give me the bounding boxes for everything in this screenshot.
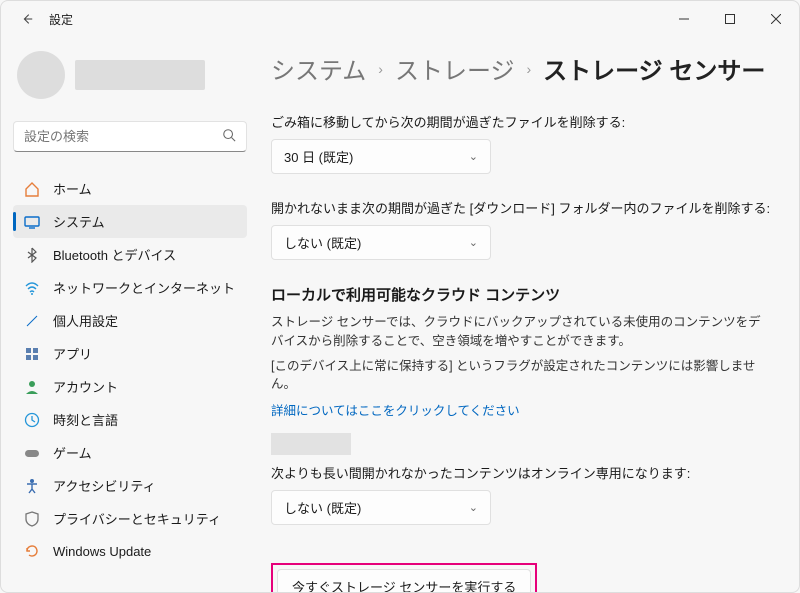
nav-accessibility[interactable]: アクセシビリティ xyxy=(13,469,247,502)
nav-gaming[interactable]: ゲーム xyxy=(13,436,247,469)
online-only-label: 次よりも長い間開かれなかったコンテンツはオンライン専用になります: xyxy=(271,463,771,482)
sidebar: ホーム システム Bluetooth とデバイス ネットワークとインターネット … xyxy=(1,37,253,592)
search-icon xyxy=(222,128,236,145)
cloud-body-2: [このデバイス上に常に保持する] というフラグが設定されたコンテンツには影響しま… xyxy=(271,357,771,395)
select-value: しない (既定) xyxy=(284,498,361,517)
chevron-down-icon: ⌄ xyxy=(469,501,478,514)
update-icon xyxy=(23,542,41,560)
highlight-annotation: 今すぐストレージ センサーを実行する xyxy=(271,563,537,592)
accessibility-icon xyxy=(23,477,41,495)
nav-bluetooth[interactable]: Bluetooth とデバイス xyxy=(13,238,247,271)
account-icon xyxy=(23,378,41,396)
nav-home[interactable]: ホーム xyxy=(13,172,247,205)
nav-label: 個人用設定 xyxy=(53,311,118,330)
profile[interactable] xyxy=(13,47,247,103)
nav-accounts[interactable]: アカウント xyxy=(13,370,247,403)
chevron-right-icon: › xyxy=(378,61,383,77)
gamepad-icon xyxy=(23,444,41,462)
breadcrumb: システム › ストレージ › ストレージ センサー xyxy=(271,51,771,86)
nav-network[interactable]: ネットワークとインターネット xyxy=(13,271,247,304)
nav-label: ホーム xyxy=(53,179,92,198)
nav-time-language[interactable]: 時刻と言語 xyxy=(13,403,247,436)
home-icon xyxy=(23,180,41,198)
recycle-bin-select[interactable]: 30 日 (既定) ⌄ xyxy=(271,139,491,174)
chevron-right-icon: › xyxy=(526,61,531,77)
minimize-button[interactable] xyxy=(661,3,707,35)
nav-windows-update[interactable]: Windows Update xyxy=(13,535,247,567)
close-button[interactable] xyxy=(753,3,799,35)
cloud-details-link[interactable]: 詳細についてはここをクリックしてください xyxy=(271,400,520,419)
select-value: 30 日 (既定) xyxy=(284,147,353,166)
online-only-select[interactable]: しない (既定) ⌄ xyxy=(271,490,491,525)
cloud-section-title: ローカルで利用可能なクラウド コンテンツ xyxy=(271,284,771,305)
shield-icon xyxy=(23,510,41,528)
avatar xyxy=(17,51,65,99)
back-button[interactable] xyxy=(13,5,41,33)
select-value: しない (既定) xyxy=(284,233,361,252)
maximize-button[interactable] xyxy=(707,3,753,35)
nav-personalization[interactable]: 個人用設定 xyxy=(13,304,247,337)
downloads-label: 開かれないまま次の期間が過ぎた [ダウンロード] フォルダー内のファイルを削除す… xyxy=(271,198,771,217)
nav-label: Windows Update xyxy=(53,544,151,559)
downloads-select[interactable]: しない (既定) ⌄ xyxy=(271,225,491,260)
bluetooth-icon xyxy=(23,246,41,264)
recycle-bin-label: ごみ箱に移動してから次の期間が過ぎたファイルを削除する: xyxy=(271,112,771,131)
redacted-block xyxy=(271,433,351,455)
search-input[interactable] xyxy=(13,121,247,152)
profile-name-redacted xyxy=(75,60,205,90)
apps-icon xyxy=(23,345,41,363)
nav-label: 時刻と言語 xyxy=(53,410,118,429)
wifi-icon xyxy=(23,279,41,297)
search-field[interactable] xyxy=(24,129,222,144)
chevron-down-icon: ⌄ xyxy=(469,150,478,163)
nav-label: アカウント xyxy=(53,377,118,396)
nav-label: アクセシビリティ xyxy=(53,476,156,495)
nav-label: プライバシーとセキュリティ xyxy=(53,509,221,528)
window-title: 設定 xyxy=(49,11,73,28)
nav-system[interactable]: システム xyxy=(13,205,247,238)
nav-privacy[interactable]: プライバシーとセキュリティ xyxy=(13,502,247,535)
cloud-body-1: ストレージ センサーでは、クラウドにバックアップされている未使用のコンテンツをデ… xyxy=(271,313,771,351)
nav-label: アプリ xyxy=(53,344,92,363)
breadcrumb-system[interactable]: システム xyxy=(271,51,366,86)
content-area: システム › ストレージ › ストレージ センサー ごみ箱に移動してから次の期間… xyxy=(253,37,799,592)
clock-icon xyxy=(23,411,41,429)
nav-label: システム xyxy=(53,212,105,231)
nav-label: ネットワークとインターネット xyxy=(53,278,235,297)
chevron-down-icon: ⌄ xyxy=(469,236,478,249)
breadcrumb-storage[interactable]: ストレージ xyxy=(395,51,515,86)
nav-label: Bluetooth とデバイス xyxy=(53,245,176,264)
run-storage-sense-button[interactable]: 今すぐストレージ センサーを実行する xyxy=(277,569,531,592)
system-icon xyxy=(23,213,41,231)
nav-label: ゲーム xyxy=(53,443,92,462)
breadcrumb-storage-sense: ストレージ センサー xyxy=(543,51,765,86)
brush-icon xyxy=(23,312,41,330)
titlebar: 設定 xyxy=(1,1,799,37)
nav-apps[interactable]: アプリ xyxy=(13,337,247,370)
